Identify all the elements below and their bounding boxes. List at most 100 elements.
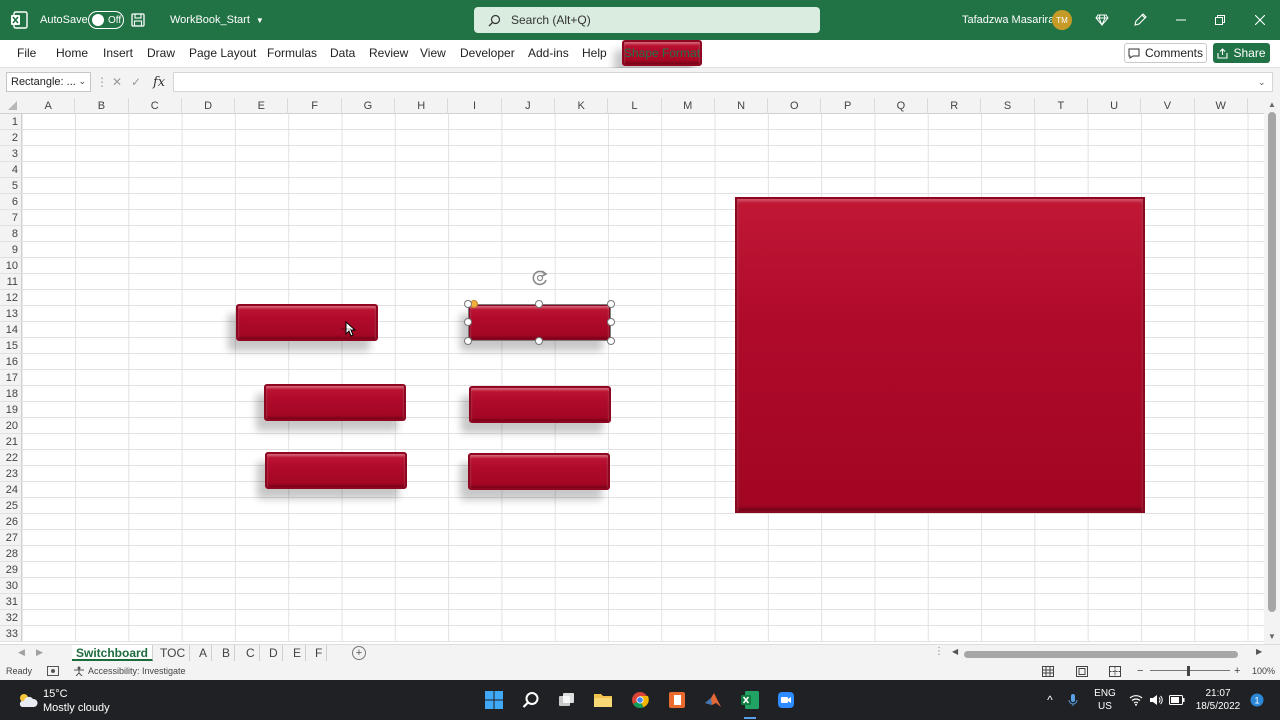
- tab-home[interactable]: Home: [56, 40, 88, 66]
- row-header[interactable]: 3: [0, 146, 22, 162]
- enter-icon[interactable]: ✓: [131, 72, 141, 92]
- row-header[interactable]: 27: [0, 530, 22, 546]
- row-header[interactable]: 11: [0, 274, 22, 290]
- avatar[interactable]: TM: [1052, 10, 1072, 30]
- tab-page-layout[interactable]: Page Layout: [189, 40, 256, 66]
- more-options-icon[interactable]: ⋮: [96, 72, 108, 92]
- column-header[interactable]: M: [662, 98, 715, 114]
- insert-function-icon[interactable]: fx: [153, 72, 165, 92]
- row-header[interactable]: 33: [0, 626, 22, 642]
- weather-icon[interactable]: [14, 680, 40, 720]
- column-header[interactable]: O: [768, 98, 822, 114]
- row-header[interactable]: 20: [0, 418, 22, 434]
- column-header[interactable]: E: [235, 98, 289, 114]
- row-header[interactable]: 1: [0, 114, 22, 130]
- switchboard-panel-shape[interactable]: [735, 197, 1145, 513]
- search-box[interactable]: Search (Alt+Q): [474, 7, 820, 33]
- column-header[interactable]: A: [22, 98, 76, 114]
- sheet-tab-e[interactable]: E: [289, 645, 307, 661]
- tab-insert[interactable]: Insert: [103, 40, 133, 66]
- horizontal-scrollbar[interactable]: ◀ ▶: [952, 647, 1264, 660]
- chevron-up-icon[interactable]: ^: [1042, 680, 1058, 720]
- column-header[interactable]: Q: [875, 98, 929, 114]
- switchboard-button-shape-3[interactable]: [264, 384, 406, 421]
- column-header[interactable]: T: [1035, 98, 1088, 114]
- horizontal-scroll-thumb[interactable]: [964, 651, 1238, 658]
- row-header[interactable]: 2: [0, 130, 22, 146]
- tab-review[interactable]: Review: [369, 40, 408, 66]
- workbook-title[interactable]: WorkBook_Start ▼: [170, 0, 264, 40]
- row-header[interactable]: 7: [0, 210, 22, 226]
- column-header[interactable]: W: [1195, 98, 1248, 114]
- matlab-icon[interactable]: [701, 680, 725, 720]
- pen-icon[interactable]: [1130, 0, 1150, 40]
- notification-icon[interactable]: 1: [1249, 680, 1265, 720]
- row-header[interactable]: 21: [0, 434, 22, 450]
- excel-taskbar-icon[interactable]: [737, 680, 763, 720]
- tab-file[interactable]: File: [17, 40, 36, 66]
- share-button[interactable]: Share: [1213, 43, 1270, 63]
- chrome-icon[interactable]: [628, 680, 652, 720]
- row-header[interactable]: 12: [0, 290, 22, 306]
- rotate-handle-icon[interactable]: [530, 268, 550, 288]
- sheet-tab-b[interactable]: B: [218, 645, 236, 661]
- column-header[interactable]: D: [182, 98, 236, 114]
- scroll-left-icon[interactable]: ◀: [952, 647, 958, 656]
- column-header[interactable]: F: [289, 98, 342, 114]
- page-break-view-icon[interactable]: [1109, 662, 1121, 680]
- row-header[interactable]: 16: [0, 354, 22, 370]
- microphone-icon[interactable]: [1065, 680, 1081, 720]
- resize-handle-ne[interactable]: [607, 300, 615, 308]
- formula-input[interactable]: [173, 72, 1273, 92]
- column-header[interactable]: C: [129, 98, 182, 114]
- tab-formulas[interactable]: Formulas: [267, 40, 317, 66]
- column-header[interactable]: K: [555, 98, 609, 114]
- row-header[interactable]: 29: [0, 562, 22, 578]
- sheet-next-icon[interactable]: ▶: [36, 647, 43, 658]
- tab-draw[interactable]: Draw: [147, 40, 175, 66]
- resize-handle-n[interactable]: [535, 300, 543, 308]
- add-sheet-button[interactable]: +: [352, 646, 366, 660]
- switchboard-button-shape-6[interactable]: [468, 453, 610, 490]
- row-header[interactable]: 19: [0, 402, 22, 418]
- zoom-slider-thumb[interactable]: [1187, 666, 1190, 676]
- row-header[interactable]: 18: [0, 386, 22, 402]
- tab-add-ins[interactable]: Add-ins: [528, 40, 569, 66]
- office-app-icon[interactable]: [665, 680, 689, 720]
- column-header[interactable]: B: [75, 98, 129, 114]
- column-header[interactable]: L: [608, 98, 662, 114]
- vertical-scroll-thumb[interactable]: [1268, 112, 1276, 612]
- vertical-scrollbar[interactable]: ▲ ▼: [1264, 98, 1280, 644]
- resize-handle-w[interactable]: [464, 318, 472, 326]
- column-header[interactable]: P: [822, 98, 875, 114]
- row-header[interactable]: 15: [0, 338, 22, 354]
- row-header[interactable]: 31: [0, 594, 22, 610]
- tab-shape-format[interactable]: Shape Format: [622, 40, 703, 66]
- resize-handle-e[interactable]: [607, 318, 615, 326]
- row-header[interactable]: 28: [0, 546, 22, 562]
- tab-view[interactable]: View: [420, 40, 446, 66]
- resize-handle-nw[interactable]: [464, 300, 472, 308]
- column-header[interactable]: S: [981, 98, 1035, 114]
- resize-handle-s[interactable]: [535, 337, 543, 345]
- macro-record-icon[interactable]: [47, 662, 59, 680]
- row-header[interactable]: 22: [0, 450, 22, 466]
- row-header[interactable]: 24: [0, 482, 22, 498]
- row-header[interactable]: 6: [0, 194, 22, 210]
- task-view-icon[interactable]: [555, 680, 579, 720]
- sheet-tab-a[interactable]: A: [195, 645, 213, 661]
- comments-button[interactable]: Comments: [1124, 43, 1207, 63]
- row-header[interactable]: 26: [0, 514, 22, 530]
- resize-handle-se[interactable]: [607, 337, 615, 345]
- accessibility-status[interactable]: Accessibility: Investigate: [73, 662, 186, 680]
- column-header[interactable]: U: [1088, 98, 1142, 114]
- tab-help[interactable]: Help: [582, 40, 607, 66]
- row-header[interactable]: 9: [0, 242, 22, 258]
- language-indicator[interactable]: ENG US: [1092, 680, 1118, 720]
- page-layout-view-icon[interactable]: [1076, 662, 1088, 680]
- volume-icon[interactable]: [1148, 680, 1164, 720]
- zoom-app-icon[interactable]: [774, 680, 798, 720]
- sheet-prev-icon[interactable]: ◀: [18, 647, 25, 658]
- sheet-tab-d[interactable]: D: [265, 645, 283, 661]
- row-header[interactable]: 23: [0, 466, 22, 482]
